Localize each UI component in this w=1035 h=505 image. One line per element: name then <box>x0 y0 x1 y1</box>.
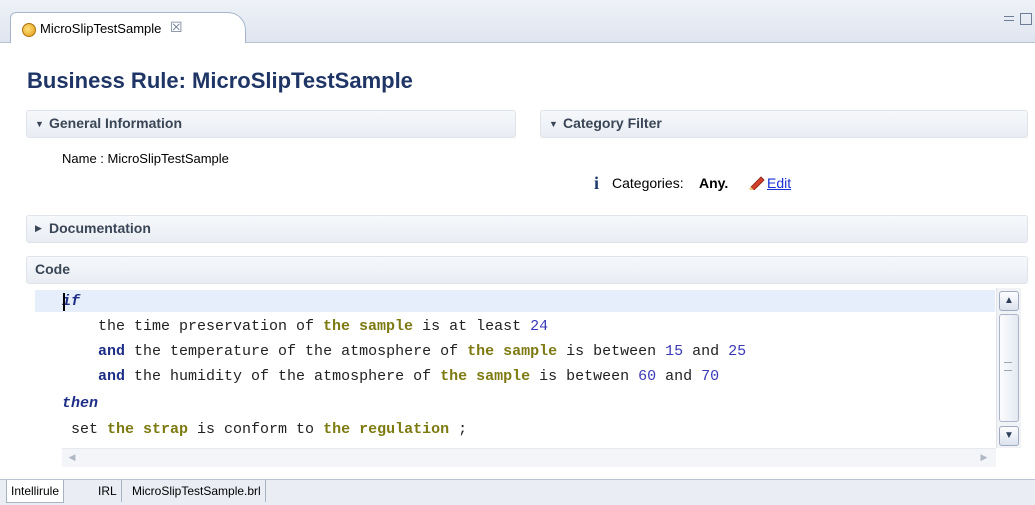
code-token: the temperature of the atmosphere of <box>125 343 468 360</box>
code-lines: if the time preservation of the sample i… <box>62 292 992 442</box>
info-icon: i <box>594 173 600 193</box>
tab-intellirule[interactable]: Intellirule <box>6 480 65 503</box>
code-line: and the humidity of the atmosphere of th… <box>62 367 719 387</box>
general-information-header[interactable]: ▼ General Information <box>26 110 516 138</box>
category-filter-title: Category Filter <box>563 115 662 131</box>
scroll-up-icon[interactable]: ▲ <box>999 291 1019 311</box>
code-token: the strap <box>107 421 189 438</box>
scroll-right-icon[interactable]: ▶ <box>976 450 992 464</box>
code-token: is at least <box>413 318 531 335</box>
name-label: Name : <box>62 151 104 166</box>
name-value: MicroSlipTestSample <box>107 151 229 166</box>
code-line: the time preservation of the sample is a… <box>62 317 548 337</box>
categories-label: Categories: <box>612 175 684 191</box>
code-token: the humidity of the atmosphere of <box>125 368 441 385</box>
categories-value: Any. <box>699 175 729 191</box>
page-title: Business Rule: MicroSlipTestSample <box>27 68 413 93</box>
documentation-title: Documentation <box>49 220 151 236</box>
horizontal-scrollbar[interactable] <box>62 448 996 467</box>
code-token: the time preservation of <box>62 318 324 335</box>
chevron-down-icon: ▼ <box>549 119 558 129</box>
code-header: Code <box>26 256 1028 284</box>
code-token: and <box>98 368 126 385</box>
close-icon[interactable]: ☒ <box>170 19 183 36</box>
code-token: is conform to <box>188 421 324 438</box>
code-token: the regulation <box>323 421 450 438</box>
code-token: 15 <box>665 343 684 360</box>
code-token: then <box>62 395 99 412</box>
business-rule-icon <box>22 23 36 37</box>
code-token: is between <box>530 368 639 385</box>
code-token: 25 <box>728 343 747 360</box>
code-token: the sample <box>323 318 414 335</box>
editor-tab-label: MicroSlipTestSample <box>40 21 162 36</box>
code-token: the sample <box>440 368 531 385</box>
text-caret <box>63 293 65 311</box>
code-token: 60 <box>638 368 657 385</box>
minimize-icon[interactable] <box>1004 16 1014 21</box>
general-information-title: General Information <box>49 115 183 131</box>
chevron-down-icon: ▼ <box>35 119 44 129</box>
chevron-right-icon: ▶ <box>35 223 42 233</box>
name-field: Name : MicroSlipTestSample <box>62 151 229 166</box>
scroll-left-icon[interactable]: ◀ <box>64 450 80 464</box>
category-filter-header[interactable]: ▼ Category Filter <box>540 110 1028 138</box>
tab-irl[interactable]: IRL <box>94 480 122 502</box>
code-line: set the strap is conform to the regulati… <box>62 420 467 440</box>
code-token: 70 <box>701 368 720 385</box>
edit-categories-link[interactable]: Edit <box>767 175 791 191</box>
scroll-down-icon[interactable]: ▼ <box>999 426 1019 446</box>
code-token: the sample <box>467 343 558 360</box>
code-token: ; <box>449 421 468 438</box>
code-title: Code <box>35 261 70 277</box>
pencil-icon[interactable] <box>748 174 766 190</box>
code-line: and the temperature of the atmosphere of… <box>62 342 746 362</box>
scroll-grip-icon <box>1004 362 1012 371</box>
code-token: set <box>62 421 108 438</box>
code-token: 24 <box>530 318 549 335</box>
code-token: is between <box>557 343 666 360</box>
code-token: and <box>98 343 126 360</box>
tab-brl-source[interactable]: MicroSlipTestSample.brl <box>128 480 266 502</box>
code-token: and <box>656 368 702 385</box>
code-line: then <box>62 394 98 414</box>
documentation-header[interactable]: ▶ Documentation <box>26 215 1028 243</box>
maximize-icon[interactable] <box>1020 13 1032 25</box>
code-token: and <box>683 343 729 360</box>
